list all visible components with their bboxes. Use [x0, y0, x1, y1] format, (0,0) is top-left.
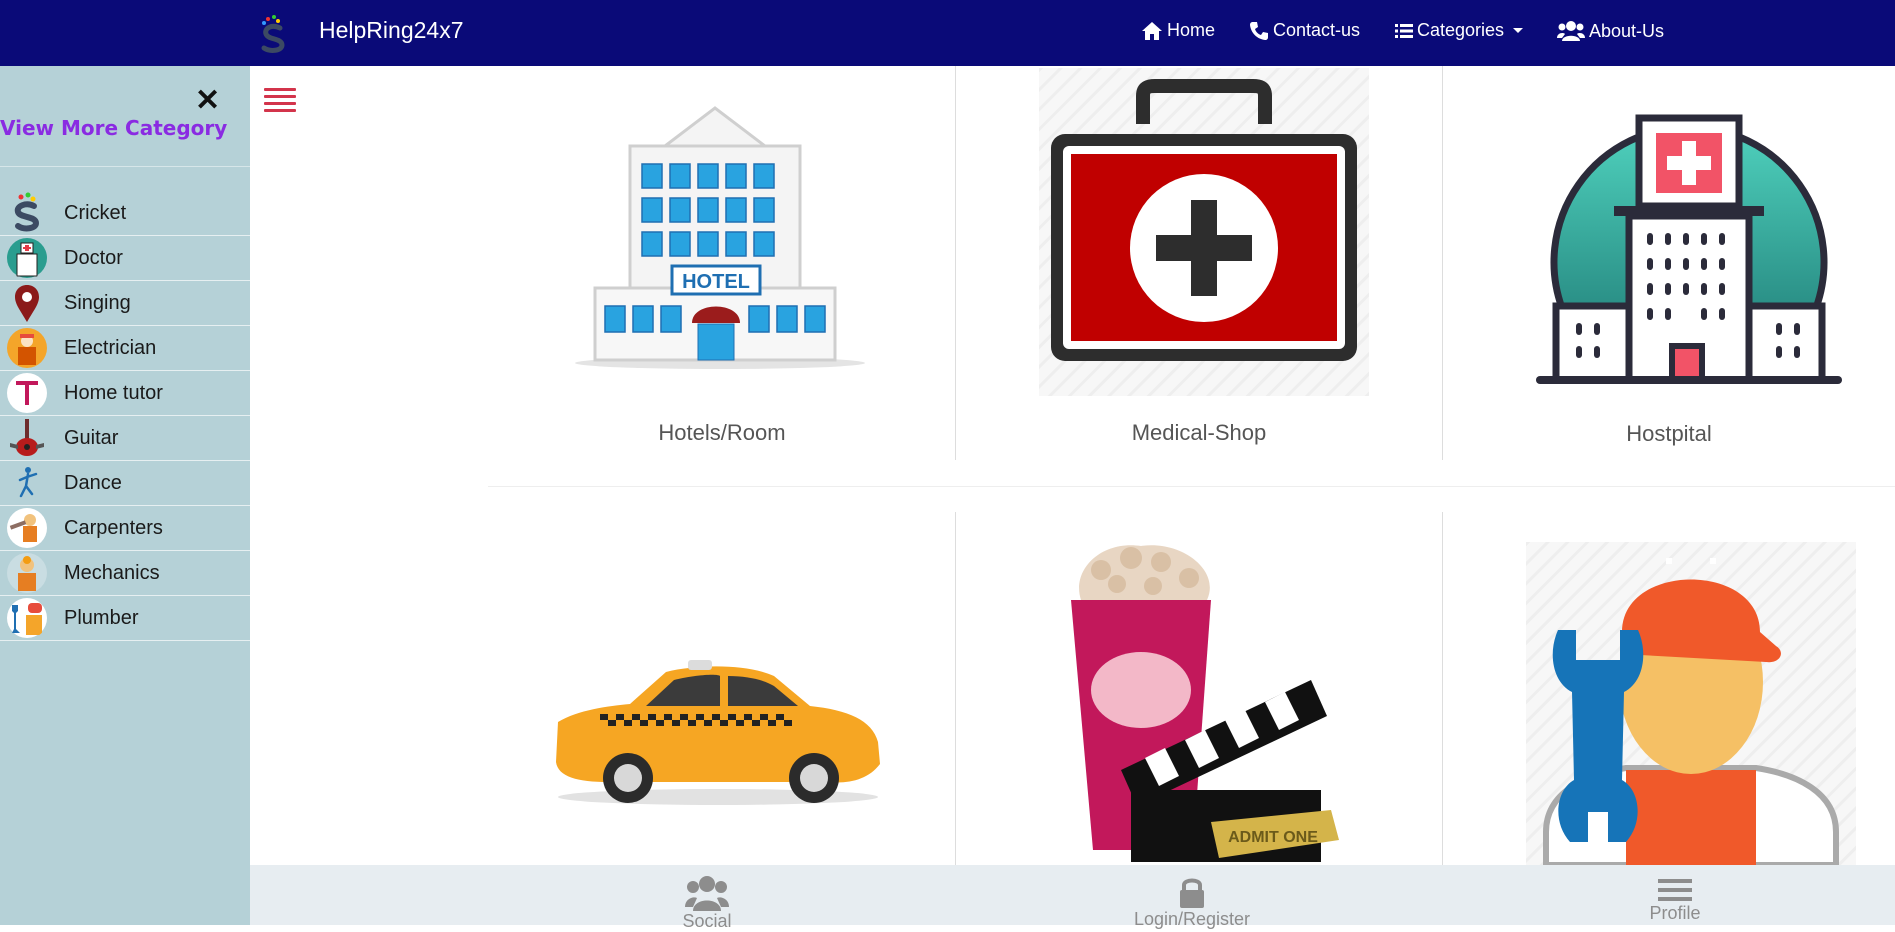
nav-home[interactable]: Home [1141, 20, 1215, 41]
category-card-hotels[interactable]: HOTEL Hotels/Room [488, 66, 956, 466]
plumber-icon [7, 598, 47, 638]
bottom-login-button[interactable]: Login/Register [1112, 875, 1272, 930]
phone-icon [1250, 21, 1268, 40]
sidebar-item-label: Carpenters [64, 516, 163, 539]
sidebar-item-label: Doctor [64, 246, 123, 269]
lock-icon [1180, 878, 1204, 908]
svg-text:ADMIT ONE: ADMIT ONE [1228, 829, 1318, 846]
menu-toggle-icon[interactable] [264, 88, 296, 114]
sidebar-item-label: Cricket [64, 201, 127, 224]
electrician-icon [7, 328, 47, 368]
sidebar-item-label: Plumber [64, 606, 139, 629]
cinema-icon: ADMIT ONE [1071, 545, 1339, 862]
nav-categories[interactable]: Categories [1395, 20, 1524, 41]
sidebar-item-carpenters[interactable]: Carpenters [0, 506, 250, 551]
brand-logo-icon[interactable] [258, 14, 290, 54]
mechanic-icon [7, 553, 47, 593]
sidebar-item-mechanics[interactable]: Mechanics [0, 551, 250, 596]
hotel-icon: HOTEL [575, 106, 865, 369]
nav-categories-label: Categories [1417, 20, 1505, 40]
home-icon [1142, 21, 1162, 40]
category-sidebar: ✕ View More Category Cricket Doctor Sing… [0, 66, 250, 925]
sidebar-item-plumber[interactable]: Plumber [0, 596, 250, 641]
sidebar-item-guitar[interactable]: Guitar [0, 416, 250, 461]
category-card-hospital[interactable]: Hostpital [1443, 66, 1895, 466]
brand-name[interactable]: HelpRing24x7 [319, 17, 463, 44]
mechanic-wrench-icon [1526, 542, 1856, 865]
sidebar-item-label: Guitar [64, 426, 119, 449]
svg-text:HOTEL: HOTEL [682, 271, 750, 293]
chevron-down-icon [1513, 28, 1524, 33]
medical-kit-icon [1039, 68, 1369, 396]
dancer-icon [18, 467, 38, 498]
sidebar-item-label: Home tutor [64, 381, 163, 404]
taxi-icon [556, 660, 880, 805]
sidebar-list: Cricket Doctor Singing Electrician Home … [0, 191, 250, 641]
grid-row-divider [488, 486, 1895, 487]
sidebar-item-electrician[interactable]: Electrician [0, 326, 250, 371]
nav-contact-label: Contact-us [1273, 20, 1361, 40]
bottom-nav-bar: Social Login/Register Profile [250, 865, 1895, 931]
close-icon[interactable]: ✕ [195, 86, 220, 116]
list-icon [1395, 23, 1413, 38]
sidebar-item-dance[interactable]: Dance [0, 461, 250, 506]
users-icon [1557, 21, 1585, 41]
sidebar-title: View More Category [0, 116, 228, 140]
category-card-taxi[interactable] [488, 512, 956, 865]
nav-about[interactable]: About-Us [1557, 20, 1664, 42]
bottom-profile-button[interactable]: Profile [1595, 877, 1755, 924]
sidebar-item-cricket[interactable]: Cricket [0, 191, 250, 236]
nav-about-label: About-Us [1589, 20, 1665, 41]
users-icon [685, 876, 729, 911]
sidebar-item-label: Mechanics [64, 561, 160, 584]
sidebar-item-label: Singing [64, 291, 131, 314]
nav-home-label: Home [1167, 20, 1216, 40]
sidebar-item-singing[interactable]: Singing [0, 281, 250, 326]
guitar-icon [10, 419, 44, 456]
menu-icon [1658, 879, 1692, 901]
bottom-profile-label: Profile [1649, 903, 1701, 923]
hospital-icon [7, 238, 47, 278]
category-label: Hostpital [1626, 421, 1712, 446]
top-navbar: HelpRing24x7 Home Contact-us Categories … [0, 0, 1895, 66]
bottom-social-label: Social [682, 911, 732, 931]
category-label: Medical-Shop [1131, 420, 1267, 445]
map-pin-icon [15, 285, 39, 322]
tutor-t-icon [7, 373, 47, 413]
hospital-building-icon [1536, 114, 1842, 384]
sidebar-item-label: Dance [64, 471, 122, 494]
cricket-logo-icon [14, 192, 40, 232]
bottom-social-button[interactable]: Social [627, 875, 787, 932]
sidebar-divider [0, 166, 250, 167]
nav-contact[interactable]: Contact-us [1249, 20, 1360, 41]
category-label: Hotels/Room [658, 420, 786, 445]
category-card-cinema[interactable]: ADMIT ONE [956, 512, 1442, 865]
carpenter-icon [7, 508, 47, 548]
sidebar-item-doctor[interactable]: Doctor [0, 236, 250, 281]
sidebar-item-home-tutor[interactable]: Home tutor [0, 371, 250, 416]
category-card-mechanic[interactable] [1443, 512, 1895, 865]
sidebar-item-label: Electrician [64, 336, 157, 359]
bottom-login-label: Login/Register [1133, 909, 1251, 929]
category-card-medical-shop[interactable]: Medical-Shop [956, 66, 1442, 466]
